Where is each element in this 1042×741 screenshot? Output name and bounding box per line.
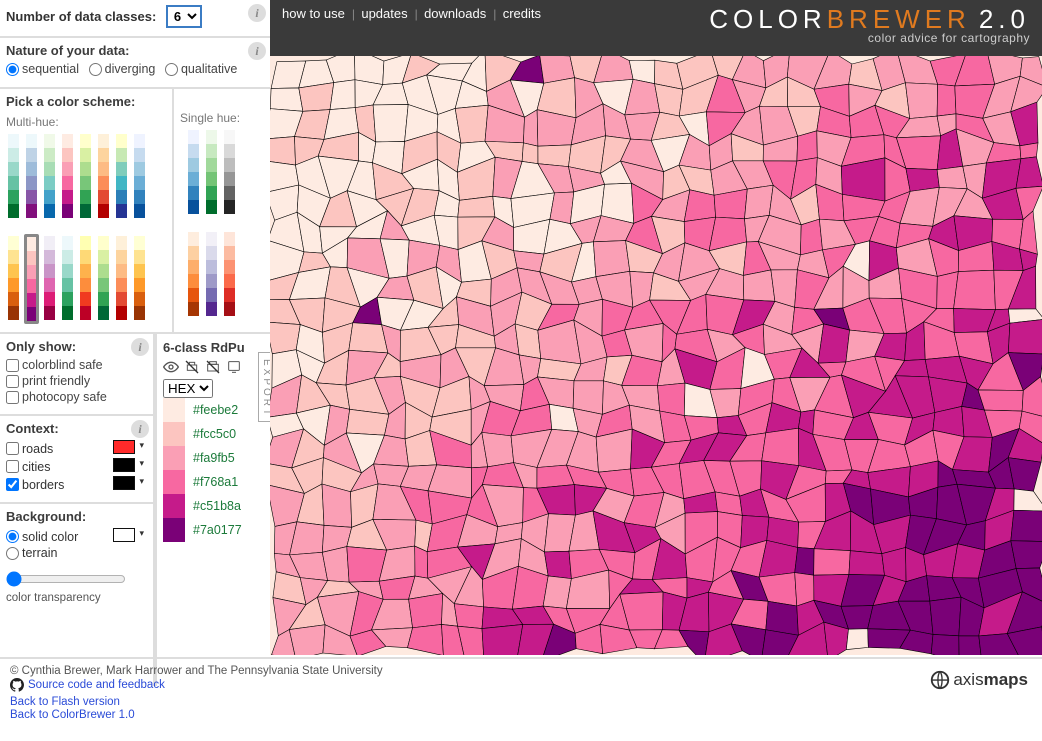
scheme-ramp[interactable] — [42, 234, 57, 324]
github-link[interactable]: Source code and feedback — [10, 678, 165, 692]
info-icon[interactable]: i — [248, 4, 266, 22]
flash-link[interactable]: Back to Flash version — [10, 696, 1032, 708]
scheme-ramp[interactable] — [204, 128, 219, 216]
header: how to use| updates| downloads| credits … — [270, 0, 1042, 56]
nav-how-to-use[interactable]: how to use — [282, 6, 345, 21]
single-hue-ramps-row1 — [174, 128, 270, 224]
scheme-ramp[interactable] — [6, 234, 21, 324]
scheme-ramp[interactable] — [60, 234, 75, 324]
screen-icon — [226, 359, 242, 375]
nature-qualitative[interactable]: qualitative — [165, 62, 237, 76]
pick-scheme-label: Pick a color scheme: — [6, 94, 166, 109]
num-classes-label: Number of data classes: — [6, 9, 156, 24]
nav-updates[interactable]: updates — [361, 6, 407, 21]
scheme-name: 6-class RdPu — [163, 340, 264, 355]
context-cities[interactable]: cities — [6, 460, 50, 474]
bg-solid[interactable]: solid color — [6, 530, 78, 544]
scheme-ramp[interactable] — [132, 234, 147, 324]
info-icon[interactable]: i — [131, 420, 149, 438]
nav-downloads[interactable]: downloads — [424, 6, 486, 21]
v1-link[interactable]: Back to ColorBrewer 1.0 — [10, 709, 1032, 721]
footer: © Cynthia Brewer, Mark Harrower and The … — [0, 657, 1042, 727]
globe-icon — [929, 669, 951, 691]
copier-disabled-icon — [205, 359, 221, 375]
printer-disabled-icon — [184, 359, 200, 375]
nature-diverging[interactable]: diverging — [89, 62, 156, 76]
color-list: #feebe2#fcc5c0#fa9fb5#f768a1#c51b8a#7a01… — [163, 398, 264, 542]
scheme-ramp[interactable] — [78, 234, 93, 324]
nature-sequential[interactable]: sequential — [6, 62, 79, 76]
context-roads[interactable]: roads — [6, 442, 53, 456]
info-icon[interactable]: i — [131, 338, 149, 356]
multi-hue-ramps-row2 — [0, 234, 172, 332]
scheme-ramp[interactable] — [222, 128, 237, 216]
color-row[interactable]: #fa9fb5 — [163, 446, 264, 470]
scheme-ramp[interactable] — [6, 132, 21, 220]
cities-color-swatch[interactable] — [113, 458, 135, 472]
scheme-ramp[interactable] — [96, 234, 111, 324]
color-row[interactable]: #f768a1 — [163, 470, 264, 494]
scheme-ramp[interactable] — [114, 234, 129, 324]
scheme-ramp[interactable] — [78, 132, 93, 220]
context-label: Context: — [6, 421, 147, 436]
color-row[interactable]: #feebe2 — [163, 398, 264, 422]
single-hue-ramps-row2 — [174, 230, 270, 326]
bg-terrain[interactable]: terrain — [6, 546, 57, 560]
github-icon — [10, 678, 24, 692]
transparency-slider[interactable] — [6, 571, 126, 587]
color-row[interactable]: #fcc5c0 — [163, 422, 264, 446]
scheme-ramp[interactable] — [60, 132, 75, 220]
scheme-ramp[interactable] — [222, 230, 237, 318]
scheme-ramp[interactable] — [24, 234, 39, 324]
scheme-ramp[interactable] — [96, 132, 111, 220]
color-row[interactable]: #c51b8a — [163, 494, 264, 518]
scheme-ramp[interactable] — [204, 230, 219, 318]
num-classes-select[interactable]: 6 — [166, 5, 202, 28]
filter-photocopy[interactable]: photocopy safe — [6, 390, 147, 404]
nature-label: Nature of your data: — [6, 43, 264, 58]
multi-hue-label: Multi-hue: — [6, 113, 166, 132]
scheme-ramp[interactable] — [186, 230, 201, 318]
map-preview[interactable] — [270, 56, 1042, 655]
scheme-ramp[interactable] — [24, 132, 39, 220]
scheme-ramp[interactable] — [42, 132, 57, 220]
background-label: Background: — [6, 509, 147, 524]
multi-hue-ramps-row1 — [0, 132, 172, 228]
scheme-ramp[interactable] — [186, 128, 201, 216]
filter-colorblind[interactable]: colorblind safe — [6, 358, 147, 372]
scheme-ramp[interactable] — [114, 132, 129, 220]
axismaps-logo[interactable]: axismaps — [929, 669, 1028, 691]
scheme-ramp[interactable] — [132, 132, 147, 220]
info-icon[interactable]: i — [248, 42, 266, 60]
filter-print[interactable]: print friendly — [6, 374, 147, 388]
single-hue-label: Single hue: — [174, 89, 270, 128]
roads-color-swatch[interactable] — [113, 440, 135, 454]
copyright-text: © Cynthia Brewer, Mark Harrower and The … — [10, 665, 1032, 677]
eye-icon — [163, 359, 179, 375]
nav-credits[interactable]: credits — [503, 6, 541, 21]
only-show-label: Only show: — [6, 339, 147, 354]
brand-title: COLORBREWER2.0 color advice for cartogra… — [709, 6, 1030, 44]
context-borders[interactable]: borders — [6, 478, 64, 492]
format-select[interactable]: HEX — [163, 379, 213, 398]
transparency-label: color transparency — [6, 592, 147, 604]
borders-color-swatch[interactable] — [113, 476, 135, 490]
color-row[interactable]: #7a0177 — [163, 518, 264, 542]
bg-color-swatch[interactable] — [113, 528, 135, 542]
